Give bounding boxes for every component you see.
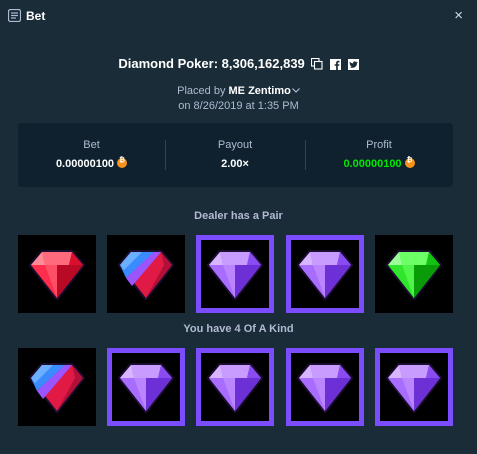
bitcoin-icon (404, 157, 415, 168)
profit-value: 0.00000100 (343, 158, 402, 170)
chevron-down-icon[interactable] (291, 88, 300, 93)
card (107, 348, 185, 426)
green-gem-icon (386, 250, 442, 300)
bet-date: on 8/26/2019 at 1:35 PM (178, 100, 299, 112)
player-hand-label: You have 4 Of A Kind (183, 323, 294, 335)
bet-stat: Bet 0.00000100 (18, 123, 165, 187)
purple-gem-icon (207, 250, 263, 300)
facebook-icon[interactable] (330, 59, 342, 70)
card (286, 348, 364, 426)
card (18, 235, 96, 313)
bet-amount: 0.00000100 (18, 157, 165, 170)
card (18, 348, 96, 426)
username-link[interactable]: ME Zentimo (229, 85, 291, 97)
payout-stat: Payout 2.00× (165, 123, 305, 187)
modal-header: Bet × (0, 0, 477, 32)
payout-value: 2.00× (221, 158, 249, 170)
placed-by-label: Placed by (177, 85, 226, 97)
profit-label: Profit (366, 139, 392, 151)
card (107, 235, 185, 313)
blue-red-gem-icon (118, 250, 174, 300)
purple-gem-icon (297, 363, 353, 413)
purple-gem-icon (297, 250, 353, 300)
placed-by-info: Placed by ME Zentimo on 8/26/2019 at 1:3… (0, 84, 477, 114)
bet-title: Diamond Poker: 8,306,162,839 (118, 56, 305, 71)
purple-gem-icon (207, 363, 263, 413)
bet-slip-icon (8, 9, 21, 22)
copy-icon[interactable] (311, 58, 323, 70)
card (196, 348, 274, 426)
payout-label: Payout (217, 139, 253, 151)
card (286, 235, 364, 313)
bet-value: 0.00000100 (55, 158, 115, 170)
profit-amount: 0.00000100 (305, 157, 453, 170)
stats-panel: Bet 0.00000100 Payout 2.00× Profit 0.000… (18, 123, 453, 187)
twitter-icon[interactable] (347, 59, 359, 70)
dealer-hand-label: Dealer has a Pair (194, 210, 283, 222)
purple-gem-icon (118, 363, 174, 413)
card (375, 235, 453, 313)
bitcoin-icon (117, 157, 128, 168)
blue-red-gem-icon (29, 363, 85, 413)
card (375, 348, 453, 426)
bet-title-row: Diamond Poker: 8,306,162,839 (0, 56, 477, 71)
purple-gem-icon (386, 363, 442, 413)
profit-stat: Profit 0.00000100 (305, 123, 453, 187)
close-button[interactable]: × (454, 7, 463, 24)
modal-title: Bet (26, 9, 46, 23)
red-gem-icon (29, 250, 85, 300)
bet-label: Bet (83, 139, 100, 151)
card (196, 235, 274, 313)
